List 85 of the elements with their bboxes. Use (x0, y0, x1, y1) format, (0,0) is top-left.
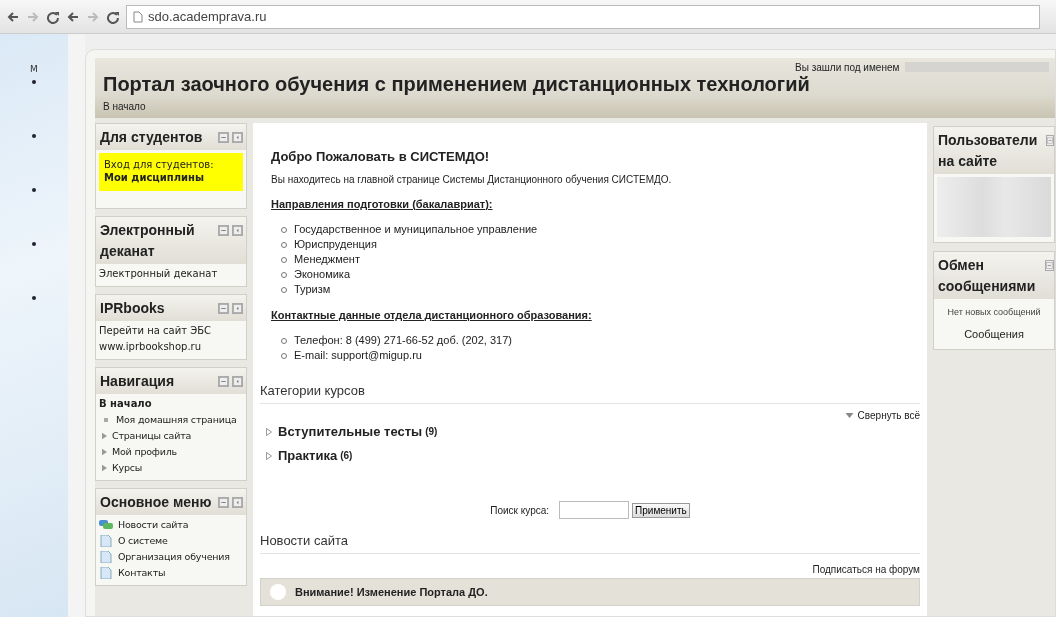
section-heading: Контактные данные отдела дистанционного образования: (271, 309, 592, 321)
dock-icon[interactable] (232, 376, 243, 387)
home-link[interactable]: В начало (99, 397, 243, 411)
list-item: Туризм (294, 282, 331, 297)
forward-icon[interactable] (86, 9, 100, 24)
category-link[interactable]: Практика (278, 448, 338, 463)
back-icon[interactable] (6, 9, 20, 24)
nav-link[interactable]: Моя домашняя страница (116, 413, 237, 427)
course-count: (9) (425, 426, 438, 437)
collapse-icon[interactable] (218, 303, 229, 314)
block-title: Навигация (100, 372, 175, 391)
bullet-icon (32, 242, 36, 246)
post-title[interactable]: Внимание! Изменение Портала ДО. (295, 586, 488, 598)
dock-icon[interactable] (232, 132, 243, 143)
subscribe-link[interactable]: Подписаться на форум (812, 564, 920, 575)
nav-link[interactable]: Курсы (112, 461, 143, 475)
collapse-icon[interactable] (218, 376, 229, 387)
section-heading: Направления подготовки (бакалавриат): (271, 198, 493, 210)
block-title: Для студентов (100, 128, 203, 147)
block-title: Пользователи на сайте (938, 131, 1039, 171)
document-icon (99, 567, 113, 579)
dock-icon[interactable] (232, 497, 243, 508)
expand-arrow-icon[interactable] (266, 427, 272, 436)
bullet-icon (32, 188, 36, 192)
document-icon (99, 551, 113, 563)
block-title: Основное меню (100, 493, 212, 512)
collapse-icon[interactable] (1045, 260, 1054, 271)
collapse-icon[interactable] (218, 225, 229, 236)
category-link[interactable]: Вступительные тесты (278, 424, 423, 439)
collapse-icon[interactable] (1046, 135, 1054, 146)
block-title: Электронный деканат (100, 221, 196, 261)
search-label: Поиск курса: (490, 504, 550, 516)
search-field[interactable] (559, 501, 630, 519)
login-info: Вы зашли под именем (795, 62, 900, 73)
block-title: Обмен сообщениями (938, 256, 1037, 296)
dock-icon[interactable] (232, 303, 243, 314)
section-title: Категории курсов (260, 383, 365, 398)
intro-text: Вы находитесь на главной странице Системы Дистанционного обучения СИСТЕМДО. (271, 174, 672, 185)
message-status: Нет новых сообщений (946, 306, 1042, 319)
course-count: (6) (340, 450, 353, 461)
avatar-icon (269, 583, 287, 601)
breadcrumb-link[interactable]: В начало (103, 101, 1049, 112)
login-prompt: Вход для студентов: (104, 159, 215, 170)
list-item: Юриспруденция (294, 237, 377, 252)
disciplines-link[interactable]: Мои дисциплины (104, 172, 238, 183)
collapse-icon[interactable] (218, 497, 229, 508)
block-title: IPRbooks (100, 299, 165, 318)
reload-icon[interactable] (46, 9, 60, 24)
back-icon[interactable] (66, 9, 80, 24)
apply-button[interactable]: Применить (632, 502, 690, 518)
welcome-heading: Добро Пожаловать в СИСТЕМДО! (271, 149, 490, 164)
expand-arrow-icon[interactable] (266, 451, 272, 460)
bullet-icon (32, 80, 36, 84)
list-item: Экономика (294, 267, 351, 282)
chat-bubbles-icon (99, 519, 113, 531)
section-title: Новости сайта (260, 533, 348, 548)
collapse-icon[interactable] (218, 132, 229, 143)
nav-link[interactable]: Мой профиль (112, 445, 178, 459)
bullet-icon (32, 296, 36, 300)
expand-arrow-icon[interactable] (102, 464, 107, 472)
menu-link[interactable]: О системе (118, 534, 168, 548)
document-icon (99, 535, 113, 547)
messages-link[interactable]: Сообщения (937, 324, 1051, 344)
forward-icon[interactable] (26, 9, 40, 24)
nav-link[interactable]: Страницы сайта (112, 429, 192, 443)
expand-arrow-icon[interactable] (102, 448, 107, 456)
portal-title: Портал заочного обучения с применением дистанционных технологий (103, 73, 810, 95)
list-item: Менеджмент (294, 252, 360, 267)
collapse-arrow-icon (844, 413, 854, 418)
expand-arrow-icon[interactable] (102, 432, 107, 440)
page-icon (133, 10, 143, 23)
bullet-icon (32, 134, 36, 138)
collapse-all-link[interactable]: Свернуть всё (857, 410, 920, 421)
strip-label: M (30, 64, 38, 74)
menu-link[interactable]: Контакты (118, 566, 166, 580)
dock-icon[interactable] (232, 225, 243, 236)
menu-link[interactable]: Новости сайта (118, 518, 189, 532)
list-item: Телефон: 8 (499) 271-66-52 доб. (202, 317) (294, 333, 512, 348)
list-item: Государственное и муниципальное управление (294, 222, 538, 237)
reload-icon[interactable] (106, 9, 120, 24)
block-link[interactable]: www.iprbookshop.ru (99, 340, 243, 354)
menu-link[interactable]: Организация обучения (118, 550, 230, 564)
address-bar[interactable]: sdo.academprava.ru (126, 4, 1040, 29)
block-link[interactable]: Перейти на сайт ЭБС (99, 324, 243, 338)
list-item: E-mail: support@migup.ru (294, 348, 422, 363)
